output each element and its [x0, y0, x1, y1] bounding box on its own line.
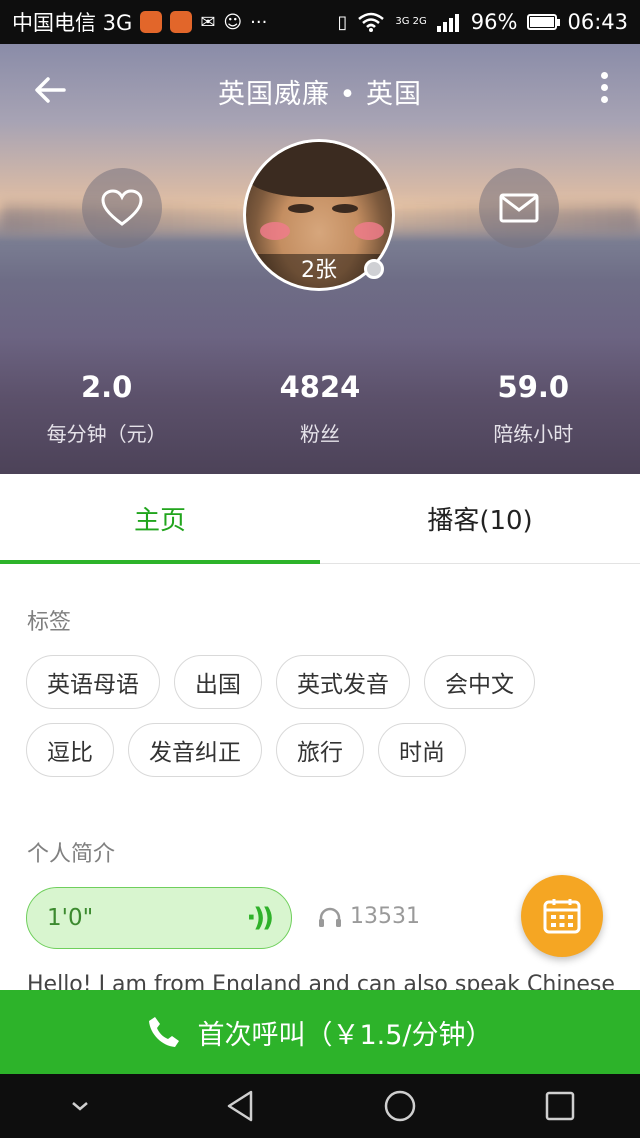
- tag-chip[interactable]: 会中文: [424, 655, 535, 709]
- tag-chip[interactable]: 时尚: [378, 723, 466, 777]
- tab-home[interactable]: 主页: [0, 474, 320, 564]
- carrier-label: 中国电信 3G: [12, 11, 133, 35]
- phone-icon: [149, 1017, 180, 1047]
- voice-duration: 1'0": [47, 905, 94, 931]
- tab-podcast[interactable]: 播客(10): [320, 474, 640, 563]
- clock: 06:43: [567, 10, 628, 34]
- intro-text: Hello! I am from England and can also sp…: [27, 972, 615, 990]
- sound-wave-icon: ·)): [246, 903, 274, 933]
- heart-icon: [101, 189, 143, 226]
- hide-nav-button[interactable]: [50, 1074, 110, 1138]
- chevron-down-icon: [72, 1102, 88, 1111]
- wifi-icon: [358, 12, 385, 32]
- stat-value: 2.0: [80, 370, 133, 404]
- tag-chip[interactable]: 旅行: [276, 723, 364, 777]
- follow-button[interactable]: [82, 168, 162, 248]
- status-bar: 中国电信 3G ✉ ☺ ··· ▯ 3G 2G 96% 06:43: [0, 0, 640, 44]
- tags-section-title: 标签: [27, 610, 72, 635]
- system-nav-bar: [0, 1074, 640, 1138]
- more-notifications-icon: ···: [250, 11, 268, 33]
- tag-chip[interactable]: 英式发音: [276, 655, 410, 709]
- stat-value: 59.0: [497, 370, 570, 404]
- square-recents-icon: [545, 1091, 575, 1121]
- intro-section-title: 个人简介: [27, 842, 116, 867]
- stat-fans[interactable]: 4824 粉丝: [213, 364, 426, 464]
- headphones-icon: [319, 907, 341, 927]
- tag-chip[interactable]: 英语母语: [26, 655, 160, 709]
- call-button[interactable]: 首次呼叫（￥1.5/分钟）: [0, 990, 640, 1074]
- voice-intro-player[interactable]: 1'0" ·)): [26, 887, 292, 949]
- signal-icon: [436, 14, 459, 32]
- network-type-label: 3G 2G: [395, 16, 427, 27]
- battery-icon: [527, 14, 561, 30]
- tag-chip[interactable]: 逗比: [26, 723, 114, 777]
- message-icon: ☺: [223, 11, 243, 33]
- tag-chip[interactable]: 发音纠正: [128, 723, 262, 777]
- stat-hours: 59.0 陪练小时: [427, 364, 640, 464]
- nav-home-button[interactable]: [370, 1074, 430, 1138]
- triangle-back-icon: [227, 1090, 253, 1122]
- page-title: 英国威廉 • 英国: [217, 79, 423, 110]
- stats-row: 2.0 每分钟（元） 4824 粉丝 59.0 陪练小时: [0, 364, 640, 464]
- app-notification-icon: [140, 11, 163, 33]
- listen-count: 13531: [318, 904, 420, 929]
- message-button[interactable]: [479, 168, 559, 248]
- tag-chip[interactable]: 出国: [174, 655, 262, 709]
- online-status-dot: [364, 259, 384, 279]
- mail-icon: [499, 193, 539, 223]
- vibrate-icon: ▯: [337, 11, 348, 33]
- calendar-icon: [543, 899, 581, 934]
- nav-recents-button[interactable]: [530, 1074, 590, 1138]
- app-notification-icon: [170, 11, 193, 33]
- more-options-icon[interactable]: [598, 68, 610, 108]
- profile-header: 英国威廉 • 英国 2张 2.0 每分钟（元） 4824 粉丝 59.0 陪练小…: [0, 44, 640, 474]
- tag-list: 英语母语 出国 英式发音 会中文 逗比 发音纠正 旅行 时尚: [26, 655, 626, 791]
- battery-percent: 96%: [470, 10, 518, 34]
- schedule-button[interactable]: [521, 875, 603, 957]
- wechat-icon: ✉: [200, 11, 216, 33]
- circle-home-icon: [384, 1090, 416, 1122]
- tab-bar: 主页 播客(10): [0, 474, 640, 564]
- listen-count-value: 13531: [350, 904, 420, 929]
- nav-back-button[interactable]: [210, 1074, 270, 1138]
- stat-value: 4824: [279, 370, 361, 404]
- stat-label: 陪练小时: [493, 422, 574, 446]
- stat-label: 粉丝: [299, 422, 340, 446]
- stat-price: 2.0 每分钟（元）: [0, 364, 213, 464]
- call-button-label: 首次呼叫（￥1.5/分钟）: [197, 1019, 493, 1051]
- stat-label: 每分钟（元）: [46, 422, 167, 446]
